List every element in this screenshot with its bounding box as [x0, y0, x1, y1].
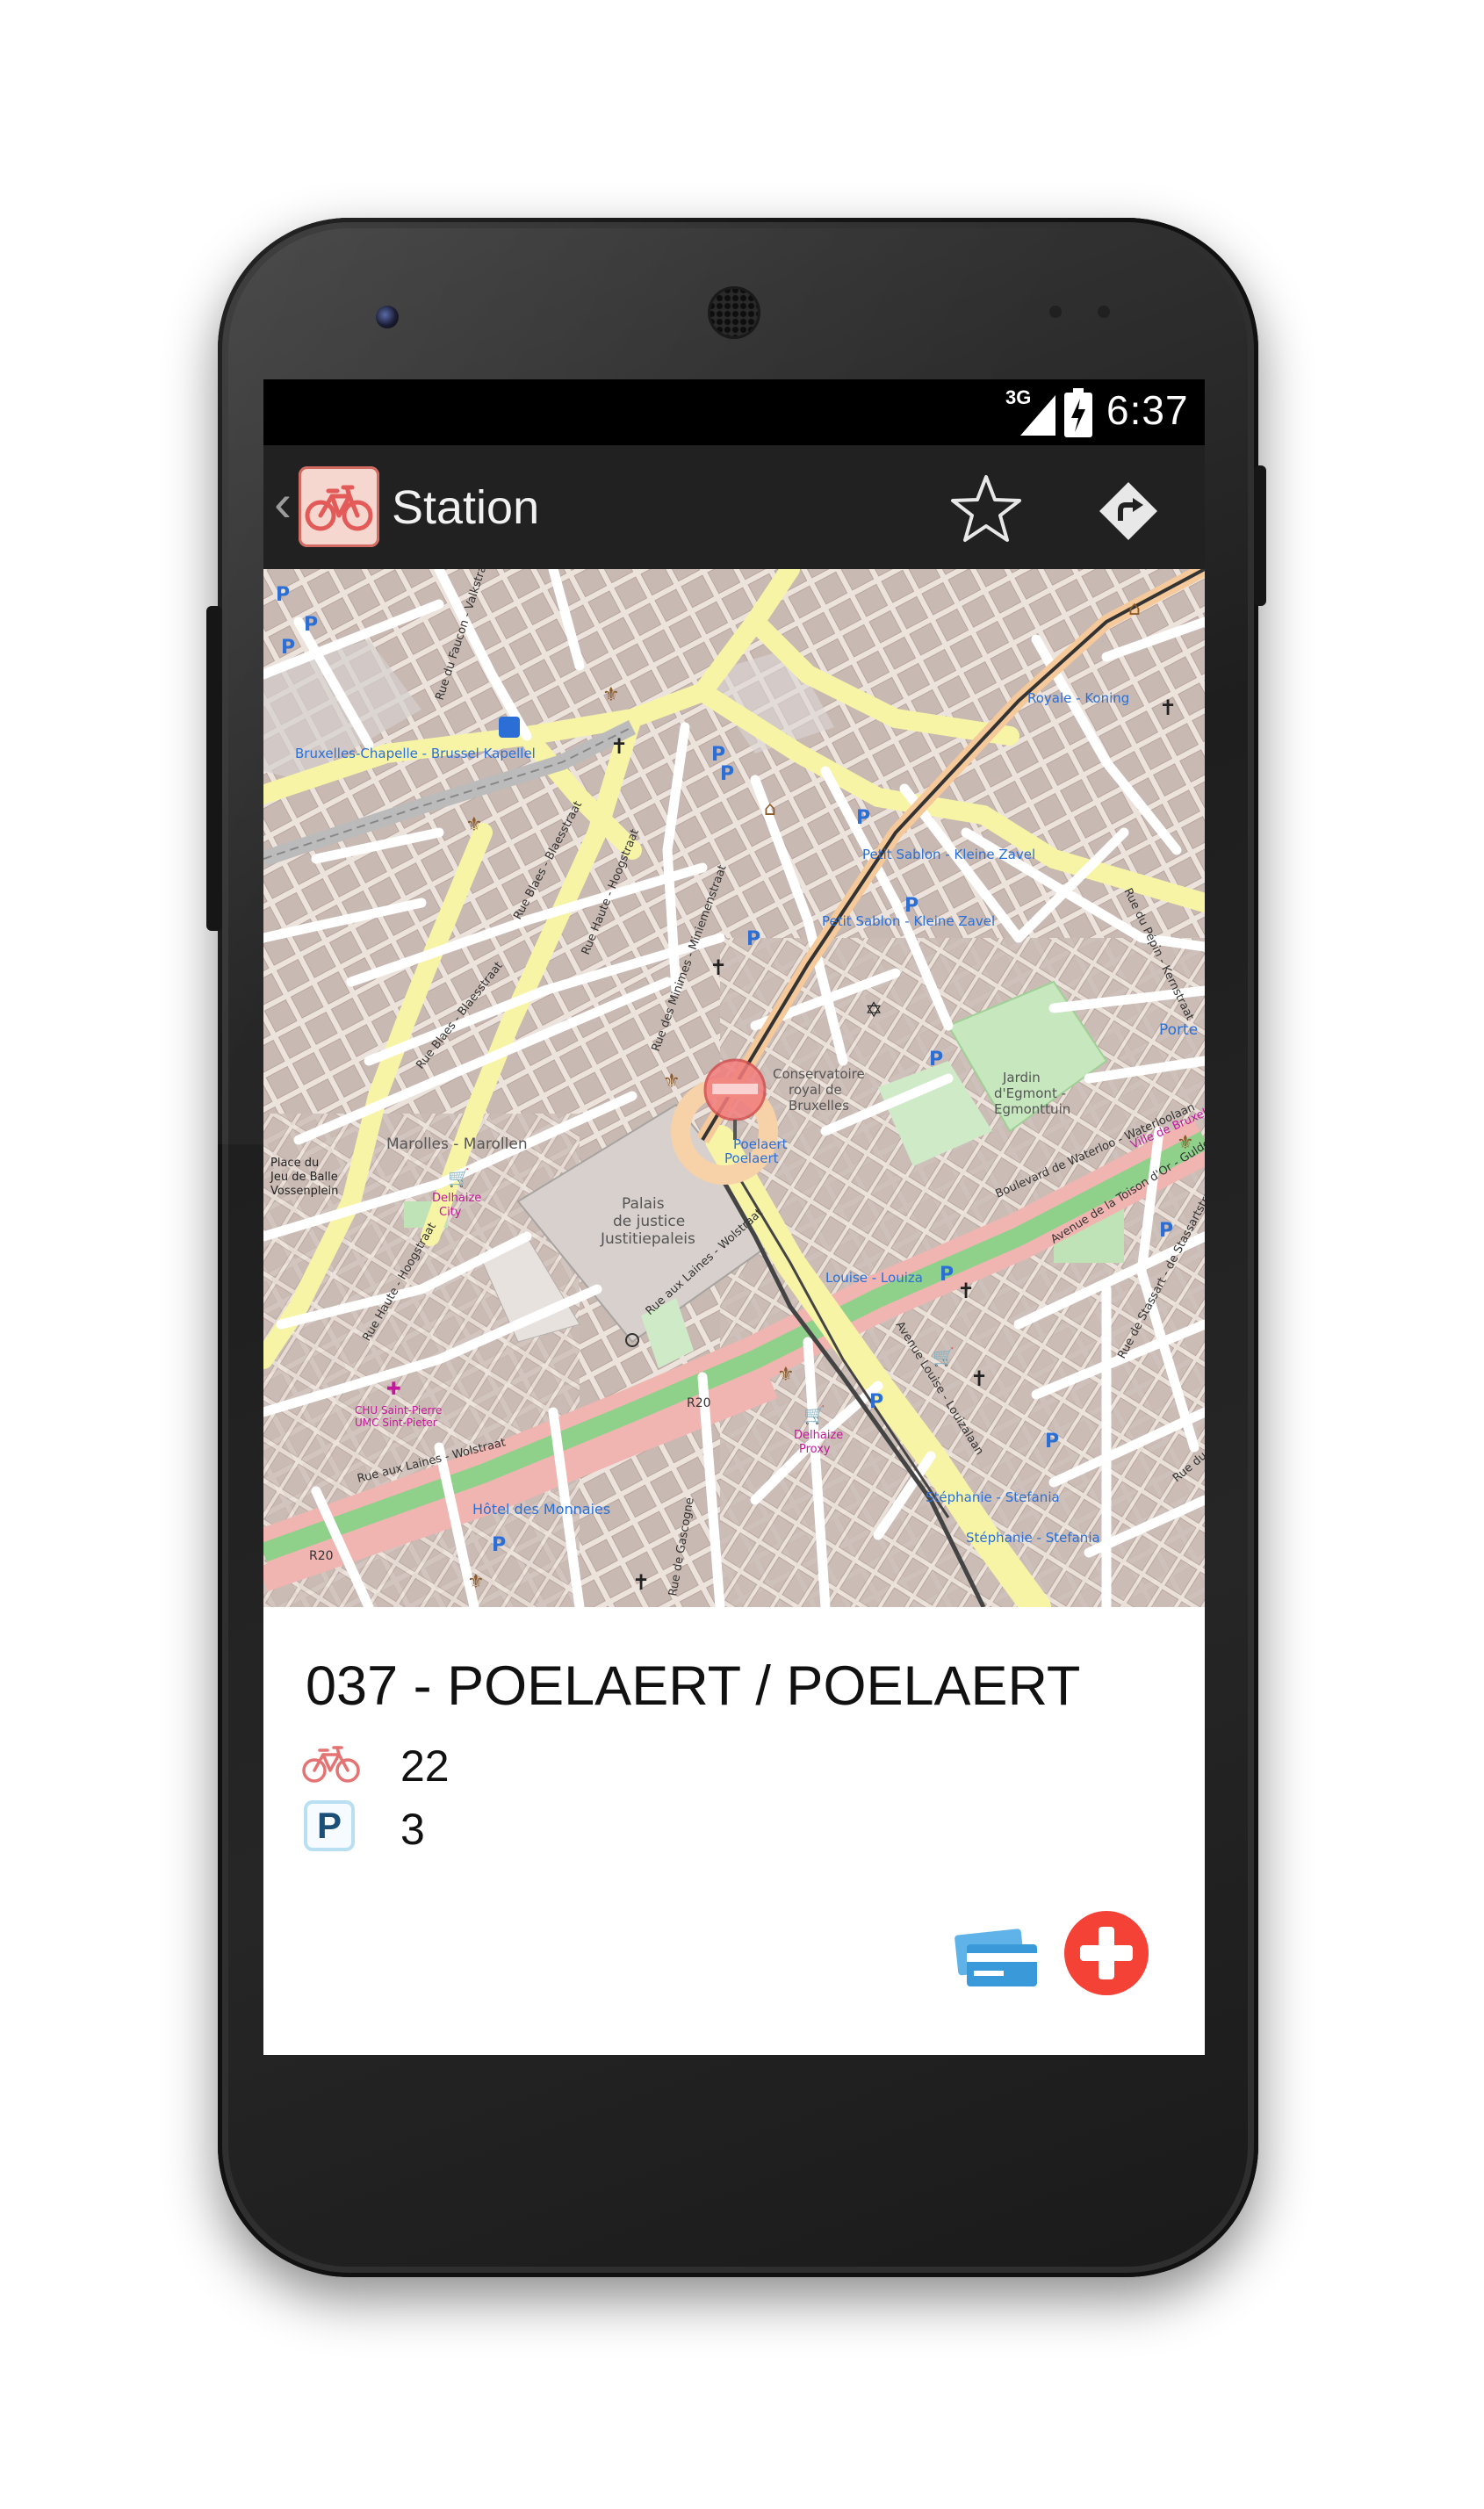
svg-text:P: P	[746, 928, 760, 950]
label-delhaize-proxy-1: Delhaize	[794, 1429, 843, 1442]
svg-text:🛒: 🛒	[803, 1404, 825, 1425]
label-palais-1: Palais	[622, 1195, 665, 1213]
card-button[interactable]	[953, 1923, 1041, 1994]
svg-text:P: P	[304, 614, 318, 636]
svg-text:🛒: 🛒	[933, 1346, 955, 1367]
label-r20-a: R20	[687, 1396, 711, 1410]
light-sensor	[1098, 306, 1110, 318]
svg-text:✚: ✚	[386, 1378, 401, 1399]
label-petit-sablon-1: Petit Sablon - Kleine Zavel	[862, 847, 1035, 862]
plus-circle-icon	[1064, 1911, 1149, 1995]
parking-icon: P	[304, 1800, 355, 1851]
map-canvas: PPP PPP PPP PPP PP ✝✝✝ ✝✝✝ ✡ ⚜⚜⚜ ⌂⌂⚜ ⚜⚜ …	[263, 569, 1205, 1607]
signal-icon	[1020, 395, 1055, 436]
svg-text:P: P	[492, 1534, 506, 1556]
label-palais-3: Justitiepaleis	[600, 1230, 695, 1248]
label-jardin-1: Jardin	[1002, 1070, 1041, 1085]
label-delhaize-city-1: Delhaize	[432, 1192, 481, 1205]
svg-text:⌂: ⌂	[764, 798, 776, 820]
bikes-available: 22	[400, 1741, 450, 1791]
action-bar: ‹ Station	[263, 445, 1205, 569]
svg-text:P: P	[856, 807, 870, 829]
svg-text:P: P	[929, 1049, 943, 1071]
label-poelaert-2: Poelaert	[724, 1150, 779, 1166]
station-info-panel: 037 - POELAERT / POELAERT 22 P 3	[263, 1607, 1205, 2055]
page-title: Station	[392, 481, 540, 534]
proximity-sensor	[1049, 306, 1062, 318]
status-bar: 3G 6:37	[263, 379, 1205, 445]
label-palais-2: de justice	[613, 1213, 685, 1230]
star-outline-icon	[951, 475, 1021, 542]
svg-text:⚜: ⚜	[465, 814, 483, 836]
label-stephanie-2: Stéphanie - Stefania	[966, 1530, 1100, 1546]
label-marolles: Marolles - Marollen	[386, 1136, 528, 1153]
chevron-left-icon[interactable]: ‹	[274, 477, 292, 530]
label-place-jeu-2: Jeu de Balle	[270, 1171, 338, 1184]
label-bruxelles-chapelle: Bruxelles-Chapelle - Brussel Kapellel	[295, 746, 536, 761]
label-stephanie-1: Stéphanie - Stefania	[926, 1489, 1060, 1505]
label-chu-2: UMC Sint-Pieter	[355, 1417, 437, 1429]
label-place-jeu-3: Vossenplein	[270, 1185, 338, 1198]
svg-text:⚜: ⚜	[663, 1071, 681, 1092]
map-view[interactable]: PPP PPP PPP PPP PP ✝ ✝ ✝ ✝ ✝ ✝ ✡ ⚜ ⚜ ⚜ ⌂ ⌂ ⚜ ⚜ ⚜ …	[263, 569, 1205, 1607]
label-hotel-monnaies: Hôtel des Monnaies	[472, 1501, 610, 1518]
label-petit-sablon-2: Petit Sablon - Kleine Zavel	[822, 913, 995, 929]
directions-button[interactable]	[1089, 472, 1168, 551]
bicycle-icon	[302, 1746, 360, 1783]
svg-text:P: P	[1159, 1220, 1173, 1242]
add-button[interactable]	[1063, 1909, 1150, 1997]
svg-text:✝: ✝	[970, 1366, 988, 1391]
credit-card-icon	[955, 1929, 1037, 1986]
slots-available: 3	[400, 1805, 425, 1854]
svg-text:P: P	[869, 1391, 883, 1413]
label-r20-b: R20	[309, 1549, 334, 1563]
label-royale: Royale - Koning	[1027, 690, 1129, 706]
station-name: 037 - POELAERT / POELAERT	[306, 1655, 1081, 1717]
svg-text:✝: ✝	[957, 1279, 975, 1303]
svg-text:⚜: ⚜	[777, 1364, 795, 1386]
label-place-jeu-1: Place du	[270, 1157, 319, 1170]
label-jardin-3: Egmonttuin	[994, 1101, 1070, 1117]
screen: 3G 6:37 ‹ Station P P P P P P P P P P P …	[263, 379, 1205, 2055]
svg-text:✝: ✝	[710, 955, 727, 980]
favorite-button[interactable]	[947, 470, 1026, 549]
svg-text:⚜: ⚜	[467, 1571, 485, 1593]
label-delhaize-proxy-2: Proxy	[799, 1443, 831, 1456]
power-button	[1254, 465, 1266, 606]
svg-text:P: P	[1045, 1431, 1059, 1453]
earpiece-speaker	[708, 286, 760, 339]
label-conservatoire-1: Conservatoire	[773, 1066, 865, 1082]
label-louise: Louise - Louiza	[825, 1270, 923, 1286]
clock: 6:37	[1106, 387, 1189, 433]
volume-button	[206, 606, 222, 931]
svg-text:✡: ✡	[865, 998, 882, 1022]
label-conservatoire-3: Bruxelles	[789, 1098, 849, 1114]
svg-text:✝: ✝	[632, 1570, 650, 1595]
svg-text:P: P	[281, 637, 295, 659]
label-conservatoire-2: royal de	[789, 1082, 842, 1098]
svg-text:P: P	[720, 763, 734, 785]
label-chu-1: CHU Saint-Pierre	[355, 1404, 442, 1417]
battery-icon	[1064, 388, 1092, 437]
label-porte: Porte	[1159, 1021, 1198, 1039]
bicycle-icon[interactable]	[299, 466, 379, 547]
svg-text:⚜: ⚜	[602, 684, 620, 706]
svg-text:🛒: 🛒	[448, 1167, 470, 1188]
front-camera	[376, 306, 399, 328]
svg-text:⌂: ⌂	[1128, 598, 1141, 620]
label-delhaize-city-2: City	[439, 1206, 462, 1219]
svg-text:✝: ✝	[1159, 696, 1177, 720]
svg-text:P: P	[940, 1264, 954, 1286]
label-jardin-2: d'Egmont -	[994, 1085, 1066, 1101]
directions-icon	[1099, 482, 1157, 540]
svg-text:✝: ✝	[610, 734, 628, 759]
svg-text:P: P	[276, 584, 290, 606]
